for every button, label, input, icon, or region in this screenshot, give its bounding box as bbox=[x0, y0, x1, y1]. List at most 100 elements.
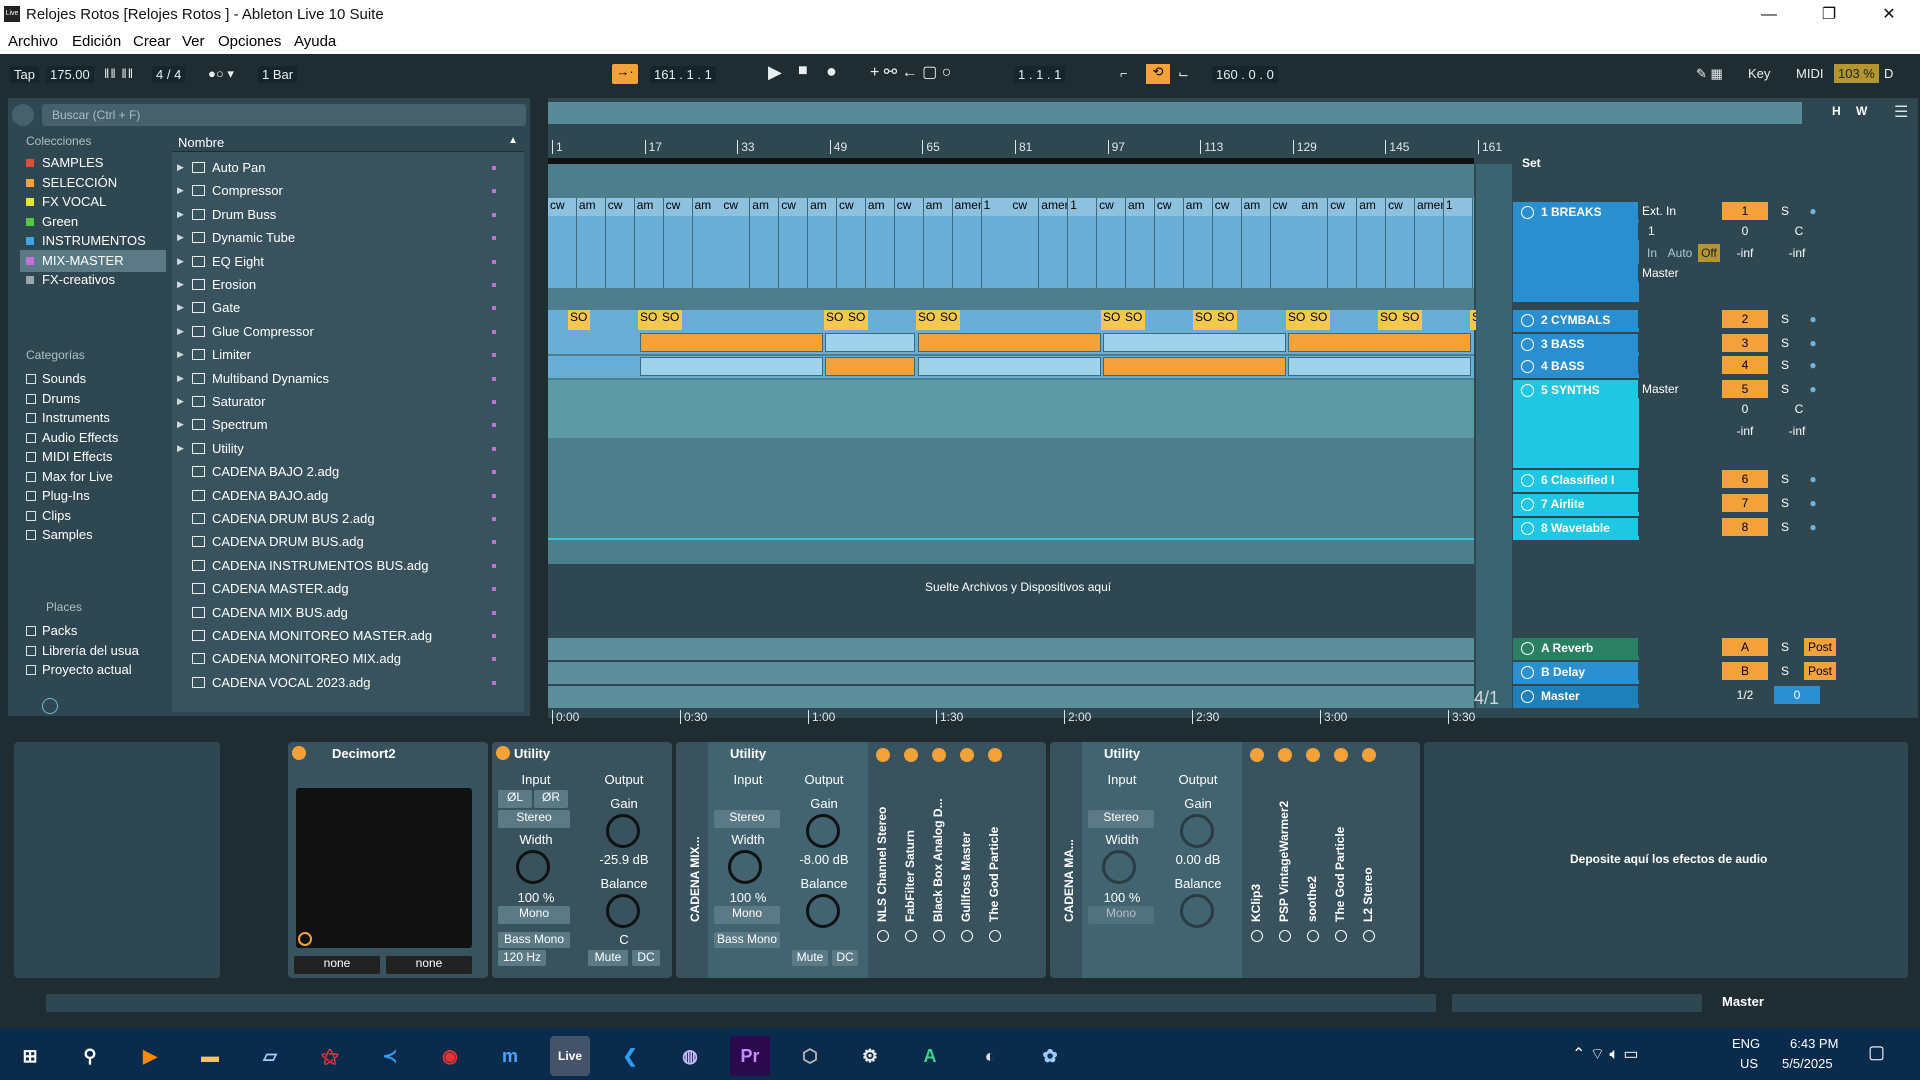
audio-clip[interactable]: SO bbox=[1286, 310, 1308, 330]
browser-item[interactable]: CADENA MONITOREO MIX.adg bbox=[172, 647, 524, 671]
audio-clip[interactable]: SO bbox=[638, 310, 660, 330]
track-number-button[interactable]: 3 bbox=[1722, 334, 1768, 352]
browser-item[interactable]: ▶ Multiband Dynamics bbox=[172, 367, 524, 391]
volume-field[interactable]: 0 bbox=[1722, 222, 1768, 240]
menu-edicion[interactable]: Edición bbox=[72, 33, 121, 50]
input-select[interactable]: none bbox=[294, 956, 380, 974]
loop-switch-icon[interactable]: ⟲ bbox=[1146, 64, 1170, 84]
solo-button[interactable]: S bbox=[1774, 380, 1796, 398]
audio-clip[interactable]: cw bbox=[605, 198, 635, 288]
audio-clip[interactable]: SO bbox=[1378, 310, 1400, 330]
key-map-button[interactable]: Key bbox=[1748, 66, 1770, 81]
record-icon[interactable]: ● bbox=[826, 61, 837, 82]
menu-crear[interactable]: Crear bbox=[133, 33, 171, 50]
track-fold-icon[interactable] bbox=[1521, 642, 1534, 655]
plugin-edit-icon[interactable] bbox=[933, 930, 945, 942]
audio-clip[interactable]: SO bbox=[1123, 310, 1145, 330]
midi-clip[interactable] bbox=[1288, 333, 1471, 352]
audio-clip[interactable]: cw bbox=[1097, 198, 1127, 288]
audio-clip[interactable]: amen01 bbox=[1415, 198, 1444, 288]
track-number-button[interactable]: A bbox=[1722, 638, 1768, 656]
clock-time[interactable]: 6:43 PM bbox=[1790, 1036, 1838, 1051]
notepad-icon[interactable]: ▱ bbox=[250, 1036, 290, 1076]
effects-drop-zone[interactable]: Deposite aquí los efectos de audio bbox=[1424, 742, 1908, 978]
track-routing-field[interactable] bbox=[1638, 356, 1718, 374]
expand-arrow-icon[interactable]: ▶ bbox=[177, 343, 184, 367]
track-fold-icon[interactable] bbox=[1521, 206, 1534, 219]
audio-clip[interactable]: am bbox=[1299, 198, 1329, 288]
audio-clip[interactable]: SO bbox=[1101, 310, 1123, 330]
plugin-power-icon[interactable] bbox=[1278, 748, 1292, 762]
meter-field[interactable]: 4 / 4 bbox=[152, 66, 186, 83]
minimize-button[interactable]: — bbox=[1740, 0, 1798, 30]
balance-knob[interactable] bbox=[606, 894, 640, 928]
audio-clip[interactable]: am bbox=[1126, 198, 1155, 288]
browser-item[interactable]: CADENA BAJO.adg bbox=[172, 484, 524, 508]
browser-item[interactable]: CADENA DRUM BUS 2.adg bbox=[172, 507, 524, 531]
track-header[interactable]: B Delay bbox=[1513, 662, 1639, 684]
track-header[interactable]: 5 SYNTHS bbox=[1513, 380, 1639, 468]
expand-arrow-icon[interactable]: ▶ bbox=[177, 437, 184, 461]
plugin-edit-icon[interactable] bbox=[877, 930, 889, 942]
midi-clip[interactable] bbox=[825, 357, 915, 376]
expand-arrow-icon[interactable]: ▶ bbox=[177, 296, 184, 320]
audio-clip[interactable]: SO bbox=[1308, 310, 1330, 330]
solo-button[interactable]: S bbox=[1774, 638, 1796, 656]
arm-icon[interactable]: ● bbox=[1802, 518, 1824, 536]
menu-icon[interactable]: ☰ bbox=[1894, 102, 1908, 122]
pan-field[interactable]: C bbox=[1774, 222, 1824, 240]
audio-clip[interactable]: cw bbox=[894, 198, 924, 288]
audio-clip[interactable]: am bbox=[692, 198, 722, 288]
post-button[interactable]: Post bbox=[1804, 638, 1836, 656]
track-number-button[interactable]: 1 bbox=[1722, 202, 1768, 220]
solo-button[interactable]: S bbox=[1774, 202, 1796, 220]
plugin-power-icon[interactable] bbox=[904, 748, 918, 762]
expand-arrow-icon[interactable]: ▶ bbox=[177, 413, 184, 437]
midi-map-button[interactable]: MIDI bbox=[1796, 66, 1823, 81]
midi-clip[interactable] bbox=[640, 357, 823, 376]
windows-start-icon[interactable]: ⊞ bbox=[10, 1036, 50, 1076]
restore-button[interactable]: ❐ bbox=[1800, 0, 1858, 30]
track-fold-icon[interactable] bbox=[1521, 314, 1534, 327]
browser-item[interactable]: CADENA BAJO 2.adg bbox=[172, 460, 524, 484]
solo-button[interactable]: S bbox=[1774, 310, 1796, 328]
arrangement-position[interactable]: 161 . 1 . 1 bbox=[650, 66, 716, 83]
audio-clip[interactable]: SO bbox=[1193, 310, 1215, 330]
audio-clip[interactable]: cw bbox=[1386, 198, 1416, 288]
browser-item[interactable]: CADENA VOCAL 2023.adg bbox=[172, 671, 524, 695]
ableton-live-taskbar-icon[interactable]: Live bbox=[550, 1036, 590, 1076]
track-fold-icon[interactable] bbox=[1521, 666, 1534, 679]
unity-icon[interactable]: ⬡ bbox=[790, 1036, 830, 1076]
stop-icon[interactable]: ■ bbox=[798, 62, 808, 80]
midi-clip[interactable] bbox=[640, 333, 823, 352]
solo-button[interactable]: S bbox=[1774, 470, 1796, 488]
audio-clip[interactable]: amen09 bbox=[952, 198, 982, 288]
audio-clip[interactable]: SO bbox=[916, 310, 938, 330]
track-fold-icon[interactable] bbox=[1521, 338, 1534, 351]
browser-search-input[interactable]: Buscar (Ctrl + F) bbox=[42, 104, 526, 126]
audio-clip[interactable]: cw bbox=[1154, 198, 1184, 288]
browser-item[interactable]: ▶ Erosion bbox=[172, 273, 524, 297]
track-header[interactable]: 2 CYMBALS bbox=[1513, 310, 1639, 332]
audio-clip[interactable]: am bbox=[923, 198, 953, 288]
play-icon[interactable]: ▶ bbox=[768, 62, 782, 83]
gain-knob[interactable] bbox=[806, 814, 840, 848]
track-number-button[interactable]: B bbox=[1722, 662, 1768, 680]
track-number-button[interactable]: 8 bbox=[1722, 518, 1768, 536]
plugin-power-icon[interactable] bbox=[1250, 748, 1264, 762]
plugin-power-icon[interactable] bbox=[1306, 748, 1320, 762]
obs-icon[interactable]: ◐ bbox=[970, 1036, 1010, 1076]
plugin-edit-icon[interactable] bbox=[905, 930, 917, 942]
nudge-icon[interactable]: ‖‖ ‖‖ bbox=[104, 66, 134, 81]
menu-archivo[interactable]: Archivo bbox=[8, 33, 58, 50]
width-knob[interactable] bbox=[516, 850, 550, 884]
browser-item[interactable]: ▶ Drum Buss bbox=[172, 203, 524, 227]
audio-clip[interactable]: SO bbox=[660, 310, 682, 330]
post-button[interactable]: Post bbox=[1804, 662, 1836, 680]
expand-arrow-icon[interactable]: ▶ bbox=[177, 320, 184, 344]
midi-clip[interactable] bbox=[918, 333, 1101, 352]
name-column-header[interactable]: Nombre ▲ bbox=[172, 132, 524, 152]
monitor-off-button[interactable]: Off bbox=[1698, 244, 1720, 262]
place-item[interactable]: Proyecto actual bbox=[20, 659, 166, 681]
output-select[interactable]: none bbox=[386, 956, 472, 974]
